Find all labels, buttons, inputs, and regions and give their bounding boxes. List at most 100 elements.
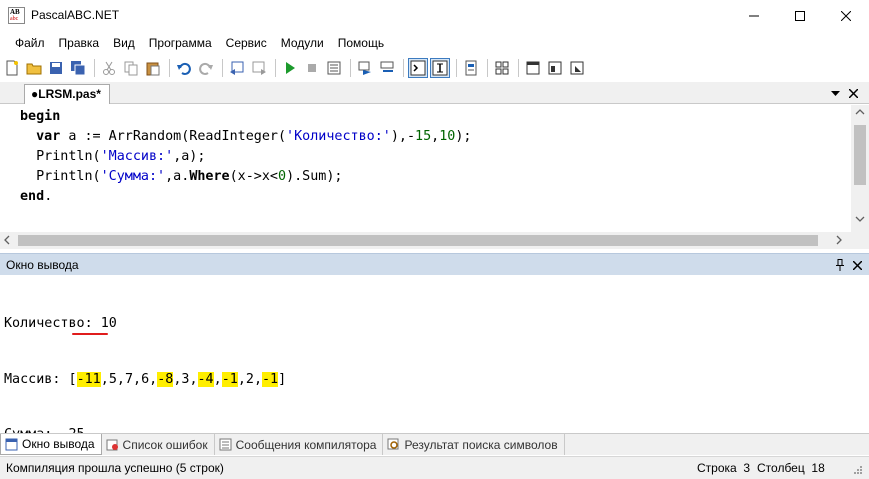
debug-step-into-button[interactable] <box>377 58 397 78</box>
navigate-back-button[interactable] <box>227 58 247 78</box>
menu-item-0[interactable]: Файл <box>8 33 52 53</box>
toggle-editor-button[interactable] <box>430 58 450 78</box>
watch-button[interactable] <box>492 58 512 78</box>
format-button[interactable] <box>461 58 481 78</box>
tool-b-button[interactable] <box>567 58 587 78</box>
menu-item-1[interactable]: Правка <box>52 33 107 53</box>
tab-symbol-search[interactable]: Результат поиска символов <box>383 434 565 455</box>
compile-icon <box>327 61 341 75</box>
status-message: Компиляция прошла успешно (5 строк) <box>6 461 224 475</box>
array-value: 5 <box>108 371 117 387</box>
output-panel-title: Окно вывода <box>6 258 79 272</box>
editor-vertical-scrollbar[interactable] <box>851 105 869 232</box>
document-tab-strip: ●LRSM.pas* <box>0 82 869 104</box>
save-all-icon <box>71 61 86 76</box>
close-output-button[interactable] <box>851 258 863 272</box>
editor-gutter <box>0 105 18 232</box>
maximize-icon <box>795 11 805 21</box>
toolbar-separator <box>222 59 223 77</box>
copy-button[interactable] <box>121 58 141 78</box>
toggle-output-icon <box>410 60 426 76</box>
status-column: Столбец 18 <box>757 461 825 475</box>
output-line-count: Количество: 10 <box>4 316 117 331</box>
maximize-button[interactable] <box>777 0 823 32</box>
toolbar-separator <box>403 59 404 77</box>
scrollbar-thumb[interactable] <box>18 235 818 246</box>
tab-compiler-messages[interactable]: Сообщения компилятора <box>215 434 384 455</box>
paste-button[interactable] <box>143 58 163 78</box>
compiler-messages-icon <box>219 438 232 451</box>
run-button[interactable] <box>280 58 300 78</box>
code-editor[interactable]: begin var a := ArrRandom(ReadInteger('Ко… <box>0 105 869 232</box>
redo-button[interactable] <box>196 58 216 78</box>
symbol-search-icon <box>387 438 399 450</box>
code-line: end. <box>20 189 53 204</box>
editor-horizontal-scrollbar[interactable] <box>0 232 869 249</box>
open-folder-icon <box>26 63 42 75</box>
scrollbar-corner <box>851 232 869 249</box>
open-folder-button[interactable] <box>24 58 44 78</box>
tab-lrsm-pas[interactable]: ●LRSM.pas* <box>24 84 110 104</box>
tab-output-window[interactable]: Окно вывода <box>0 434 102 455</box>
menu-item-5[interactable]: Модули <box>274 33 331 53</box>
code-text[interactable]: begin var a := ArrRandom(ReadInteger('Ко… <box>20 107 471 207</box>
status-line: Строка 3 <box>697 461 751 475</box>
tab-label: Список ошибок <box>122 437 208 452</box>
scroll-down-icon <box>855 216 865 222</box>
toolbar-separator <box>350 59 351 77</box>
highlighted-negative-value: -1 <box>221 371 238 387</box>
array-value: 6 <box>141 371 150 387</box>
save-button[interactable] <box>46 58 66 78</box>
cut-button[interactable] <box>99 58 119 78</box>
navigate-back-icon <box>230 61 244 75</box>
tool-b-icon <box>570 61 584 75</box>
bottom-panel-tabs: Окно вывода Список ошибок Сообщения компил… <box>0 433 869 455</box>
navigate-forward-button[interactable] <box>249 58 269 78</box>
menu-item-4[interactable]: Сервис <box>219 33 274 53</box>
app-icon: AB abc <box>8 7 25 24</box>
tab-label: Сообщения компилятора <box>235 437 377 452</box>
menu-bar: Файл Правка Вид Программа Сервис Модули Помощь <box>0 32 869 54</box>
pin-panel-button[interactable] <box>834 258 846 272</box>
compile-button[interactable] <box>324 58 344 78</box>
pin-icon <box>836 259 844 271</box>
tab-label: Результат поиска символов <box>404 437 558 452</box>
menu-item-6[interactable]: Помощь <box>331 33 391 53</box>
close-icon <box>848 88 858 98</box>
save-all-button[interactable] <box>68 58 88 78</box>
title-bar: AB abc PascalABC.NET <box>0 0 869 32</box>
toggle-output-button[interactable] <box>408 58 428 78</box>
toolbar-separator <box>94 59 95 77</box>
array-value: 7 <box>124 371 133 387</box>
chevron-down-icon <box>830 90 840 96</box>
code-line: var a := ArrRandom(ReadInteger('Количест… <box>36 129 472 144</box>
toolbar-separator <box>275 59 276 77</box>
close-tab-button[interactable] <box>846 85 860 101</box>
copy-icon <box>124 61 138 76</box>
scrollbar-thumb[interactable] <box>854 125 866 185</box>
minimize-button[interactable] <box>731 0 777 32</box>
tab-list-dropdown[interactable] <box>828 85 842 101</box>
stop-button[interactable] <box>302 58 322 78</box>
toolbar-separator <box>456 59 457 77</box>
tool-a-button[interactable] <box>545 58 565 78</box>
new-file-icon <box>6 60 18 76</box>
stop-icon <box>308 64 316 72</box>
tab-label: LRSM.pas* <box>38 87 101 101</box>
output-window[interactable]: Количество: 10 Массив: [-11,5,7,6,-8,3,-… <box>0 276 869 442</box>
code-line: Println('Массив:',a); <box>20 149 206 164</box>
highlighted-negative-value: -1 <box>262 371 279 387</box>
tab-error-list[interactable]: Список ошибок <box>102 434 215 455</box>
code-line: begin <box>20 109 61 124</box>
menu-item-3[interactable]: Программа <box>142 33 219 53</box>
debug-step-button[interactable] <box>355 58 375 78</box>
menu-item-2[interactable]: Вид <box>106 33 142 53</box>
undo-button[interactable] <box>174 58 194 78</box>
code-line: Println('Сумма:',a.Where(x->x<0).Sum); <box>20 169 343 184</box>
new-file-button[interactable] <box>2 58 22 78</box>
form-designer-button[interactable] <box>523 58 543 78</box>
highlighted-negative-value: -4 <box>197 371 214 387</box>
close-window-button[interactable] <box>823 0 869 32</box>
window-title: PascalABC.NET <box>31 8 120 22</box>
highlighted-negative-value: -11 <box>76 371 101 387</box>
